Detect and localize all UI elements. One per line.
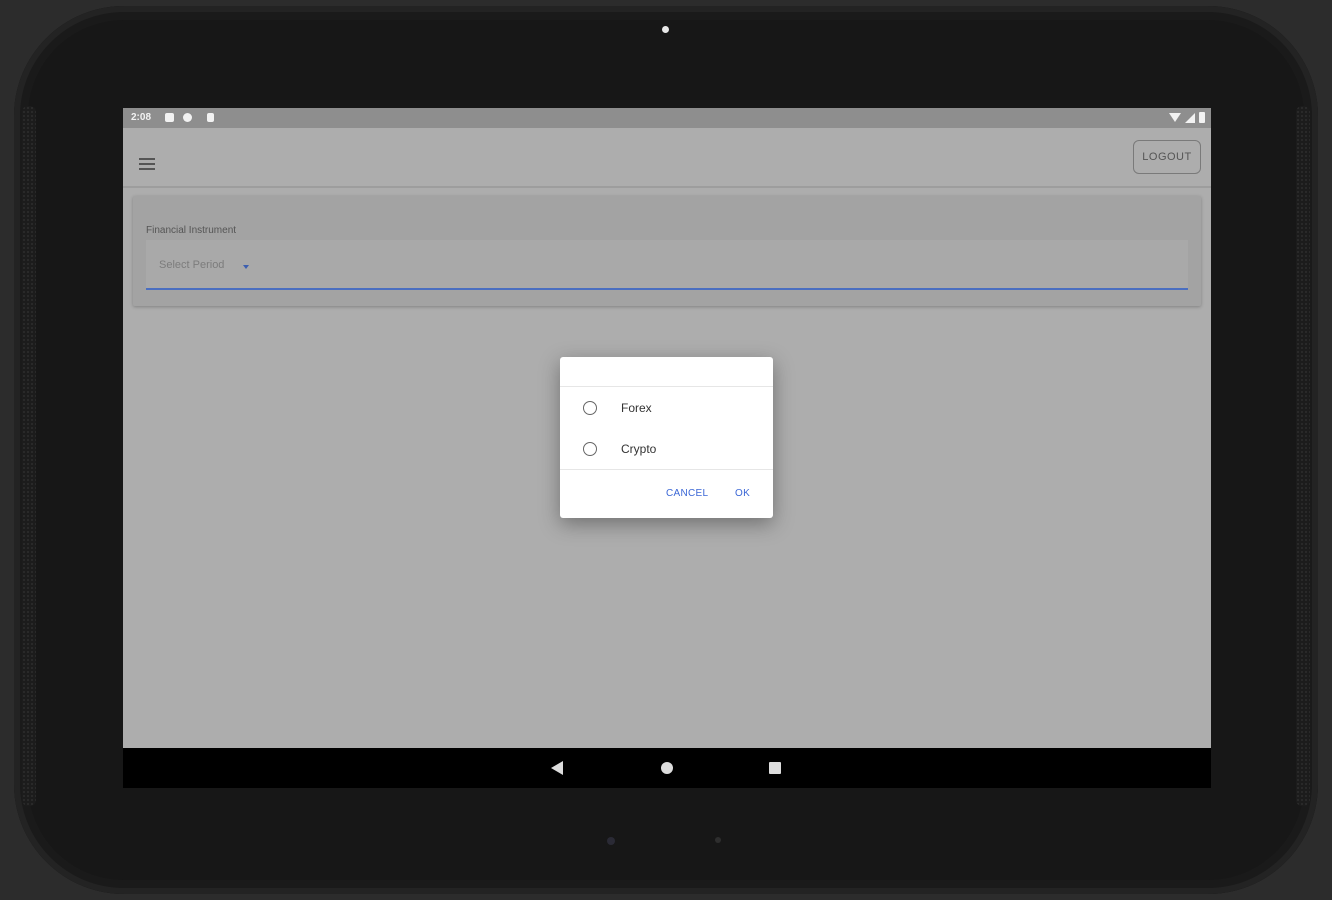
- status-time: 2:08: [131, 112, 152, 123]
- front-camera: [662, 26, 669, 33]
- system-nav-bar: [123, 748, 1211, 788]
- dialog-header: [560, 357, 773, 387]
- notification-icon: [165, 113, 174, 122]
- status-bar: 2:08: [123, 108, 1211, 128]
- wifi-icon: [1169, 113, 1181, 122]
- signal-icon: [1185, 113, 1195, 123]
- instrument-card: Financial Instrument Select Period: [133, 196, 1201, 306]
- logout-button[interactable]: LOGOUT: [1133, 140, 1201, 174]
- select-placeholder: Select Period: [159, 259, 225, 271]
- cancel-button[interactable]: CANCEL: [666, 488, 708, 499]
- sensor-dot: [715, 837, 721, 843]
- sensor-dot: [607, 837, 615, 845]
- radio-label: Crypto: [621, 442, 657, 456]
- battery-icon: [1199, 112, 1205, 123]
- nav-recents-icon[interactable]: [769, 762, 781, 774]
- hamburger-menu-icon[interactable]: [139, 158, 155, 170]
- sync-icon: [183, 113, 192, 122]
- radio-unchecked-icon[interactable]: [583, 401, 597, 415]
- app-screen: 2:08 LOGOUT Financial Instrument Select …: [123, 108, 1211, 788]
- ok-button[interactable]: OK: [735, 488, 750, 499]
- period-select[interactable]: Select Period: [146, 240, 1188, 290]
- instrument-dialog: Forex Crypto CANCEL OK: [560, 357, 773, 518]
- nav-back-icon[interactable]: [551, 761, 563, 775]
- app-bar: LOGOUT: [123, 128, 1211, 188]
- caret-down-icon: [243, 265, 249, 269]
- radio-option-forex[interactable]: Forex: [560, 389, 773, 427]
- nav-home-icon[interactable]: [661, 762, 673, 774]
- speaker-grill-right: [1296, 106, 1310, 806]
- dialog-actions: CANCEL OK: [560, 469, 773, 519]
- radio-label: Forex: [621, 401, 652, 415]
- sd-card-icon: [207, 113, 214, 122]
- radio-option-crypto[interactable]: Crypto: [560, 430, 773, 468]
- radio-unchecked-icon[interactable]: [583, 442, 597, 456]
- speaker-grill-left: [22, 106, 36, 806]
- financial-instrument-label: Financial Instrument: [146, 225, 237, 236]
